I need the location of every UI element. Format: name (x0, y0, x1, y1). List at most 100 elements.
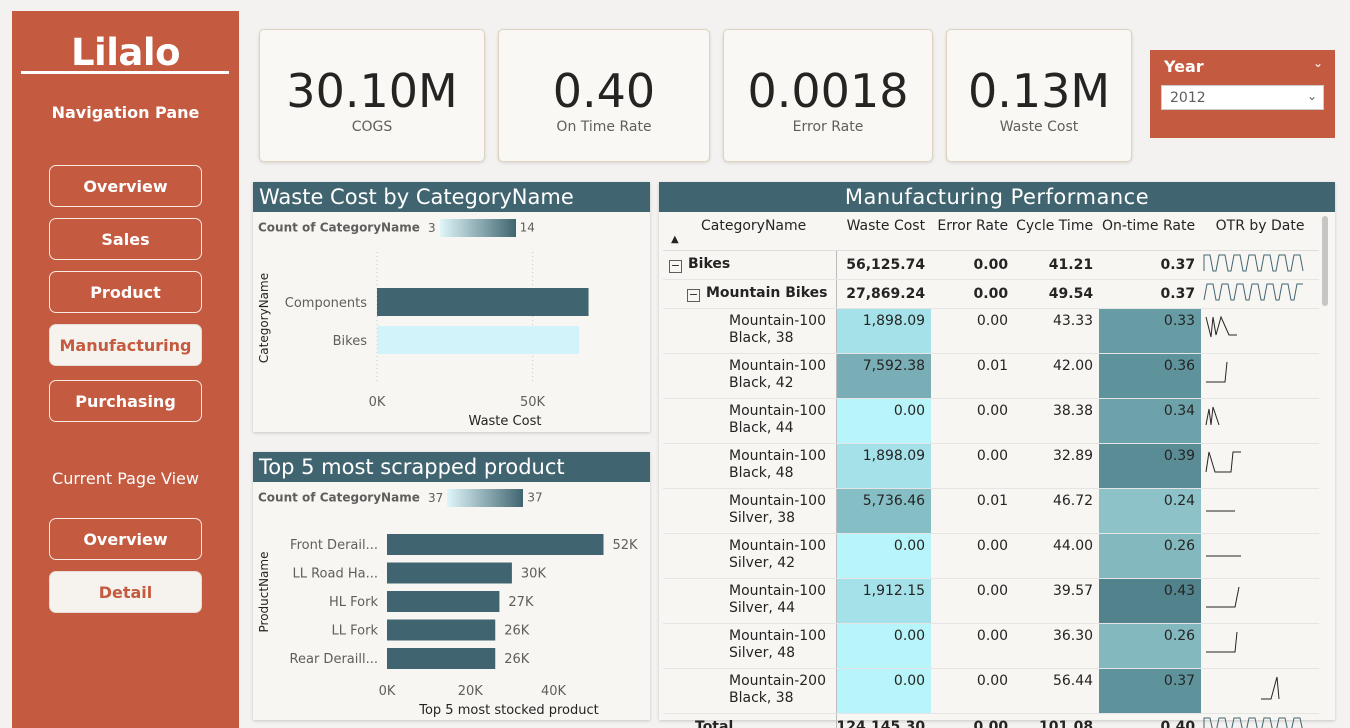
bar (387, 591, 500, 612)
view-button-overview[interactable]: Overview (49, 518, 202, 560)
waste-cost-chart-panel: Waste Cost by CategoryName Count of Cate… (253, 182, 650, 432)
nav-button-product[interactable]: Product (49, 271, 202, 313)
data-label: 26K (504, 624, 530, 639)
matrix-row-product: Mountain-100 Silver, 44 1,912.15 0.00 39.57 0… (663, 578, 1320, 624)
column-header-category[interactable]: CategoryName ▲ (663, 214, 836, 251)
collapse-icon[interactable]: − (687, 289, 700, 302)
cell-error-rate: 0.00 (931, 623, 1015, 669)
cell-on-time-rate: 0.34 (1099, 398, 1202, 444)
cell-error-rate: 0.00 (931, 398, 1015, 444)
nav-button-overview[interactable]: Overview (49, 165, 202, 207)
cell-waste-cost: 1,898.09 (835, 308, 932, 354)
matrix-row-product: Mountain-100 Black, 42 7,592.38 0.01 42.00 0.… (663, 353, 1320, 399)
sparkline-cell (1201, 713, 1319, 728)
kpi-label: COGS (351, 119, 393, 135)
x-tick-label: 50K (520, 395, 546, 410)
column-header-on-time-rate[interactable]: On-time Rate (1099, 214, 1202, 251)
cell-on-time-rate: 0.39 (1099, 443, 1202, 489)
nav-button-purchasing[interactable]: Purchasing (49, 380, 202, 422)
column-header-otr-by-date[interactable]: OTR by Date (1201, 214, 1320, 251)
sparkline-cell (1201, 398, 1320, 444)
cell-cycle-time: 38.38 (1014, 398, 1100, 444)
chevron-down-icon: ⌄ (1306, 89, 1317, 103)
kpi-value: 0.0018 (747, 64, 909, 118)
column-header-waste-cost[interactable]: Waste Cost (836, 214, 932, 251)
otr-sparkline (1206, 361, 1228, 382)
otr-sparkline (1205, 406, 1220, 425)
sparkline-cell (1201, 668, 1320, 714)
cell-waste-cost: 1,912.15 (835, 578, 932, 624)
row-label: Total (695, 719, 734, 728)
y-category-label: Components (285, 296, 367, 311)
column-header-cycle-time[interactable]: Cycle Time (1014, 214, 1100, 251)
cell-cycle-time: 101.08 (1039, 719, 1094, 728)
kpi-card-error-rate: 0.0018 Error Rate (723, 29, 933, 162)
column-header-error-rate[interactable]: Error Rate (931, 214, 1015, 251)
cell-on-time-rate: 0.43 (1099, 578, 1202, 624)
year-dropdown[interactable]: 2012 ⌄ (1161, 85, 1324, 110)
collapse-icon[interactable]: − (669, 260, 682, 273)
otr-sparkline (1206, 555, 1242, 556)
cell-waste-cost: 0.00 (835, 533, 932, 579)
cell-cycle-time: 39.57 (1014, 578, 1100, 624)
matrix-row-product: Mountain-200 Black, 38 0.00 0.00 56.44 0.37 (663, 668, 1320, 714)
y-category-label: Rear Deraill... (290, 652, 378, 667)
x-tick-label: 0K (379, 684, 396, 699)
cell-waste-cost: 56,125.74 (835, 250, 932, 280)
row-label: Mountain-100 Silver, 48 (663, 623, 836, 669)
cell-error-rate: 0.01 (931, 488, 1015, 534)
x-axis-title: Top 5 most stocked product (418, 703, 599, 718)
bar (387, 562, 512, 584)
legend-gradient (439, 219, 516, 237)
chart-title: Top 5 most scrapped product (253, 452, 650, 482)
otr-sparkline (1206, 510, 1236, 511)
cell-cycle-time: 56.44 (1014, 668, 1100, 714)
y-category-label: Bikes (333, 334, 368, 349)
sparkline-cell (1201, 308, 1320, 354)
cell-error-rate: 0.00 (931, 443, 1015, 489)
cell-error-rate: 0.00 (973, 719, 1009, 728)
legend-label: Count of CategoryName (258, 220, 420, 235)
legend-max: 14 (519, 220, 535, 235)
cell-waste-cost: 0.00 (835, 668, 932, 714)
chevron-down-icon[interactable]: ⌄ (1313, 56, 1323, 70)
navigation-sidebar: Lilalo Navigation Pane Overview Sales Pr… (12, 11, 239, 728)
nav-button-manufacturing[interactable]: Manufacturing (49, 324, 202, 366)
scrollbar-thumb[interactable] (1322, 216, 1328, 306)
matrix-row-product: Mountain-100 Silver, 48 0.00 0.00 36.30 0.26 (663, 623, 1320, 669)
nav-button-sales[interactable]: Sales (49, 218, 202, 260)
color-legend: Count of CategoryName 3 14 (258, 219, 535, 237)
row-label: Mountain-100 Black, 48 (663, 443, 836, 489)
row-label: Mountain-100 Black, 38 (663, 308, 836, 354)
year-selected-value: 2012 (1170, 90, 1206, 106)
kpi-value: 0.13M (967, 64, 1111, 118)
legend-min: 3 (428, 220, 436, 235)
cell-error-rate: 0.00 (931, 668, 1015, 714)
performance-matrix: CategoryName ▲ Waste Cost Error Rate Cycl… (663, 214, 1320, 728)
matrix-row-product: Mountain-100 Black, 48 1,898.09 0.00 32.89 0.… (663, 443, 1320, 489)
row-label: Mountain-100 Black, 44 (663, 398, 836, 444)
y-axis-title: ProductName (257, 552, 271, 633)
cell-error-rate: 0.01 (931, 353, 1015, 399)
nav-pane-title: Navigation Pane (51, 103, 200, 122)
row-label: Mountain-100 Silver, 44 (663, 578, 836, 624)
row-label: Mountain-100 Black, 42 (663, 353, 836, 399)
logo: Lilalo (70, 31, 181, 74)
logo-divider (21, 71, 229, 74)
sort-ascending-icon[interactable]: ▲ (671, 234, 679, 245)
cell-on-time-rate: 0.26 (1099, 533, 1202, 579)
row-label: − Mountain Bikes (663, 279, 836, 309)
row-label: Mountain-100 Silver, 42 (663, 533, 836, 579)
sparkline-cell (1201, 623, 1320, 669)
sparkline-cell (1201, 578, 1320, 624)
manufacturing-performance-panel: Manufacturing Performance CategoryName ▲ … (659, 182, 1335, 728)
view-button-detail[interactable]: Detail (49, 571, 202, 613)
cell-error-rate: 0.00 (931, 250, 1015, 280)
x-axis-title: Waste Cost (469, 414, 542, 429)
kpi-card-on-time-rate: 0.40 On Time Rate (498, 29, 710, 162)
legend-max: 37 (527, 490, 543, 505)
x-tick-label: 20K (458, 684, 484, 699)
kpi-label: Error Rate (792, 119, 864, 135)
kpi-card-cogs: 30.10M COGS (259, 29, 485, 162)
scrapped-product-chart-panel: Top 5 most scrapped product Count of Cat… (253, 452, 650, 720)
